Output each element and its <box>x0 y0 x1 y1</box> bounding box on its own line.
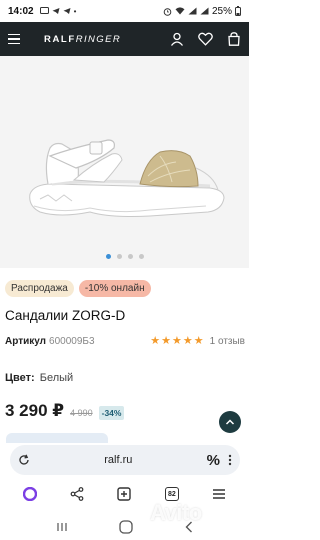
logo-thin: RINGER <box>75 33 122 45</box>
battery-level: 25% <box>211 5 232 17</box>
status-bar: 14:02 • 25% <box>0 0 249 22</box>
sale-badge: Распродажа <box>5 280 74 297</box>
star-icon: ★ <box>150 335 161 347</box>
star-icon: ★ <box>161 335 172 347</box>
more-vert-icon[interactable] <box>228 454 232 466</box>
signal-icon <box>188 7 197 15</box>
battery-icon <box>235 6 241 16</box>
color-label: Цвет: <box>5 372 35 384</box>
browser-url-bar[interactable]: ralf.ru % <box>10 445 240 475</box>
product-gallery[interactable] <box>0 56 249 268</box>
new-tab-icon[interactable] <box>117 487 132 501</box>
online-discount-badge: -10% онлайн <box>78 280 151 297</box>
gallery-dot-1[interactable] <box>105 254 111 259</box>
color-value: Белый <box>39 372 74 384</box>
article-row: Артикул 600009Б3 ★ ★ ★ ★ ★ 1 отзыв <box>5 335 245 348</box>
tabs-count-button[interactable]: 82 <box>164 487 179 501</box>
page-settings-icon[interactable]: % <box>207 452 220 469</box>
status-right: 25% <box>163 6 241 17</box>
notification-icons: • <box>39 6 77 16</box>
system-nav-bar <box>0 514 249 540</box>
message-icon <box>39 7 49 14</box>
status-time: 14:02 <box>8 5 34 17</box>
alice-assistant-icon[interactable] <box>22 487 37 501</box>
reviews-link[interactable]: 1 отзыв <box>210 336 245 347</box>
browser-toolbar: 82 <box>0 482 249 506</box>
badges: Распродажа -10% онлайн <box>5 280 151 297</box>
header-icons <box>170 32 241 46</box>
scroll-to-top-button[interactable] <box>219 411 241 433</box>
telegram-icon <box>52 8 60 14</box>
old-price: 4 990 <box>70 408 93 418</box>
price-row: 3 290 ₽ 4 990 -34% <box>5 401 125 421</box>
avito-watermark: Avito <box>150 500 202 525</box>
rating[interactable]: ★ ★ ★ ★ ★ 1 отзыв <box>150 335 245 348</box>
menu-icon-browser[interactable] <box>212 488 226 500</box>
cart-icon[interactable] <box>227 32 241 46</box>
gallery-dots <box>0 254 249 259</box>
article-value: 600009Б3 <box>49 336 95 347</box>
sandal-image <box>0 56 249 268</box>
logo-bold: RALF <box>44 33 76 45</box>
more-dot-icon: • <box>73 6 77 16</box>
gallery-dot-2[interactable] <box>116 254 122 259</box>
alarm-icon <box>163 7 172 16</box>
brand-logo[interactable]: RALFRINGER <box>44 34 121 45</box>
color-row: Цвет: Белый <box>5 372 73 384</box>
profile-icon[interactable] <box>170 32 184 46</box>
wifi-icon <box>175 7 185 15</box>
telegram-icon-2 <box>63 8 71 14</box>
current-price: 3 290 ₽ <box>5 401 65 420</box>
home-icon[interactable] <box>118 520 133 534</box>
gallery-dot-4[interactable] <box>138 254 144 259</box>
chevron-up-icon <box>225 419 235 425</box>
product-title: Сандалии ZORG-D <box>5 308 126 323</box>
gallery-dot-3[interactable] <box>127 254 133 259</box>
article-label: Артикул <box>5 336 47 347</box>
discount-badge: -34% <box>98 406 125 420</box>
url-text[interactable]: ralf.ru <box>30 454 207 466</box>
share-icon[interactable] <box>70 487 84 501</box>
star-icon: ★ <box>172 335 182 347</box>
reload-icon[interactable] <box>18 454 30 466</box>
star-icon: ★ <box>193 335 204 347</box>
add-to-cart-button-peek[interactable] <box>6 433 108 443</box>
heart-icon[interactable] <box>198 32 213 46</box>
app-header: RALFRINGER <box>0 22 249 56</box>
recents-icon[interactable] <box>56 522 68 532</box>
menu-icon[interactable] <box>8 32 22 46</box>
signal-icon-2 <box>200 7 209 15</box>
star-icon: ★ <box>182 335 193 347</box>
